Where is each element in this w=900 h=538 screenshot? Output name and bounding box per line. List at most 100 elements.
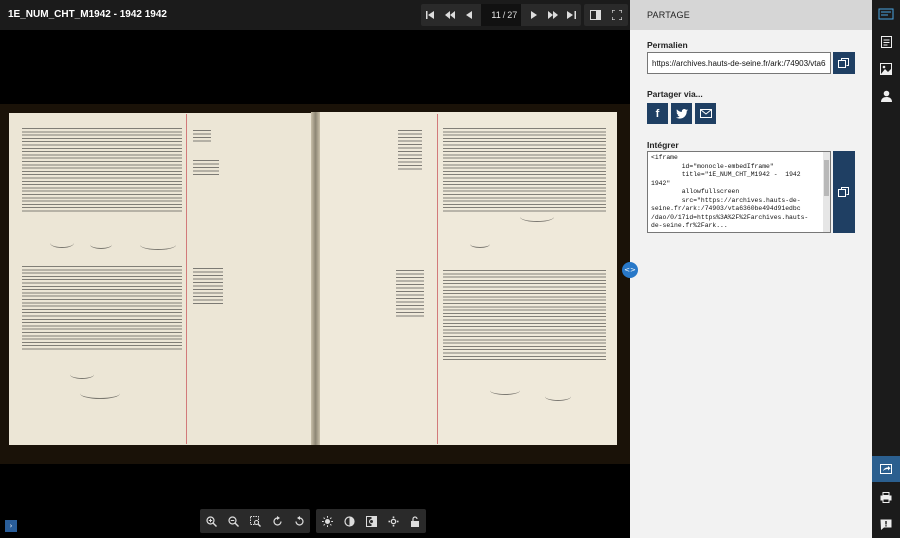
double-left-icon	[444, 11, 455, 19]
open-menu-button[interactable]: ›	[5, 520, 17, 532]
user-icon	[880, 90, 892, 102]
handwritten-signature	[90, 240, 112, 249]
handwritten-signature	[520, 212, 554, 222]
rotate-right-button[interactable]	[266, 509, 288, 533]
color-settings-button[interactable]	[382, 509, 404, 533]
copy-permalink-button[interactable]	[833, 52, 855, 74]
last-page-icon	[567, 11, 576, 19]
permalink-field[interactable]	[647, 52, 831, 74]
zoom-in-icon	[205, 515, 217, 527]
register-gutter	[311, 112, 320, 445]
copy-embed-button[interactable]	[833, 151, 855, 233]
document-icon	[880, 36, 892, 48]
reset-lock-button[interactable]	[404, 509, 426, 533]
brightness-icon	[321, 515, 333, 527]
permalink-label: Permalien	[647, 40, 688, 50]
chevron-right-icon: ›	[9, 522, 13, 530]
rotate-left-button[interactable]	[288, 509, 310, 533]
document-info-button[interactable]	[872, 31, 900, 53]
share-buttons: f	[647, 103, 716, 124]
fullscreen-button[interactable]	[606, 4, 628, 26]
previous-page-button[interactable]	[459, 4, 478, 26]
margin-line	[437, 114, 438, 444]
first-page-button[interactable]	[421, 4, 440, 26]
page-total: 27	[507, 10, 518, 20]
brightness-button[interactable]	[316, 509, 338, 533]
right-sidebar	[872, 0, 900, 538]
viewer-toolbar: 1E_NUM_CHT_M1942 - 1942 1942 / 27	[0, 0, 630, 30]
previous-ten-button[interactable]	[440, 4, 459, 26]
image-viewer: 1E_NUM_CHT_M1942 - 1942 1942 / 27	[0, 0, 630, 538]
image-gallery-button[interactable]	[872, 58, 900, 80]
invert-icon	[365, 515, 377, 527]
embed-scrollbar-thumb[interactable]	[824, 160, 829, 196]
document-title: 1E_NUM_CHT_M1942 - 1942 1942	[8, 9, 167, 20]
left-icon	[465, 11, 472, 19]
rotate-left-icon	[294, 515, 304, 526]
margin-note	[398, 130, 422, 170]
margin-note	[396, 270, 424, 318]
report-problem-button[interactable]	[872, 513, 900, 535]
fullscreen-icon	[612, 10, 622, 20]
first-page-icon	[426, 11, 434, 19]
handwritten-signature	[470, 240, 490, 248]
zoom-out-icon	[227, 515, 239, 527]
settings-gear-icon	[388, 516, 398, 526]
contrast-button[interactable]	[338, 509, 360, 533]
email-icon	[699, 109, 712, 118]
handwritten-signature	[140, 240, 176, 250]
page-separator: /	[502, 10, 506, 20]
handwritten-signature	[80, 388, 120, 399]
zoom-out-button[interactable]	[222, 509, 244, 533]
share-twitter-button[interactable]	[671, 103, 692, 124]
zoom-rotate-tools	[200, 509, 310, 533]
margin-note	[193, 268, 223, 304]
share-tab-button[interactable]	[872, 456, 900, 482]
app-logo[interactable]	[872, 3, 900, 25]
embed-code-field[interactable]: <iframe id="monocle-embedIframe" title="…	[647, 151, 831, 233]
handwritten-signature	[50, 238, 74, 248]
double-right-icon	[547, 11, 558, 19]
record-text	[443, 128, 606, 214]
split-view-icon	[589, 10, 601, 20]
collapse-panel-button[interactable]: <>	[622, 262, 638, 278]
share-panel: PARTAGE Permalien Partager via... f Inté…	[630, 0, 872, 538]
zoom-area-button[interactable]	[244, 509, 266, 533]
share-email-button[interactable]	[695, 103, 716, 124]
zoom-area-icon	[249, 515, 261, 527]
next-page-button[interactable]	[524, 4, 543, 26]
handwritten-signature	[545, 392, 571, 401]
split-view-button[interactable]	[584, 4, 606, 26]
margin-note	[193, 130, 211, 142]
image-adjust-tools	[316, 509, 426, 533]
user-account-button[interactable]	[872, 85, 900, 107]
contrast-icon	[343, 515, 355, 527]
margin-note	[193, 160, 219, 176]
panel-header: PARTAGE	[630, 0, 872, 30]
invert-button[interactable]	[360, 509, 382, 533]
handwritten-signature	[70, 370, 94, 379]
view-options	[584, 4, 628, 26]
handwritten-signature	[490, 386, 520, 395]
chevrons-icon: <>	[624, 266, 636, 274]
share-facebook-button[interactable]: f	[647, 103, 668, 124]
record-text	[22, 266, 182, 352]
record-text	[22, 128, 182, 214]
record-text	[443, 270, 606, 362]
image-tools	[200, 509, 432, 533]
margin-line	[186, 114, 187, 444]
page-navigation: / 27	[421, 4, 581, 26]
print-button[interactable]	[872, 486, 900, 508]
embed-label: Intégrer	[647, 140, 679, 150]
next-ten-button[interactable]	[543, 4, 562, 26]
last-page-button[interactable]	[562, 4, 581, 26]
panel-title: PARTAGE	[647, 10, 690, 20]
page-indicator: / 27	[481, 4, 521, 26]
facebook-icon: f	[655, 107, 660, 120]
zoom-in-button[interactable]	[200, 509, 222, 533]
copy-icon	[838, 187, 849, 197]
right-icon	[530, 11, 537, 19]
unlock-icon	[411, 515, 419, 527]
share-via-label: Partager via...	[647, 89, 703, 99]
page-number-input[interactable]	[484, 10, 501, 20]
